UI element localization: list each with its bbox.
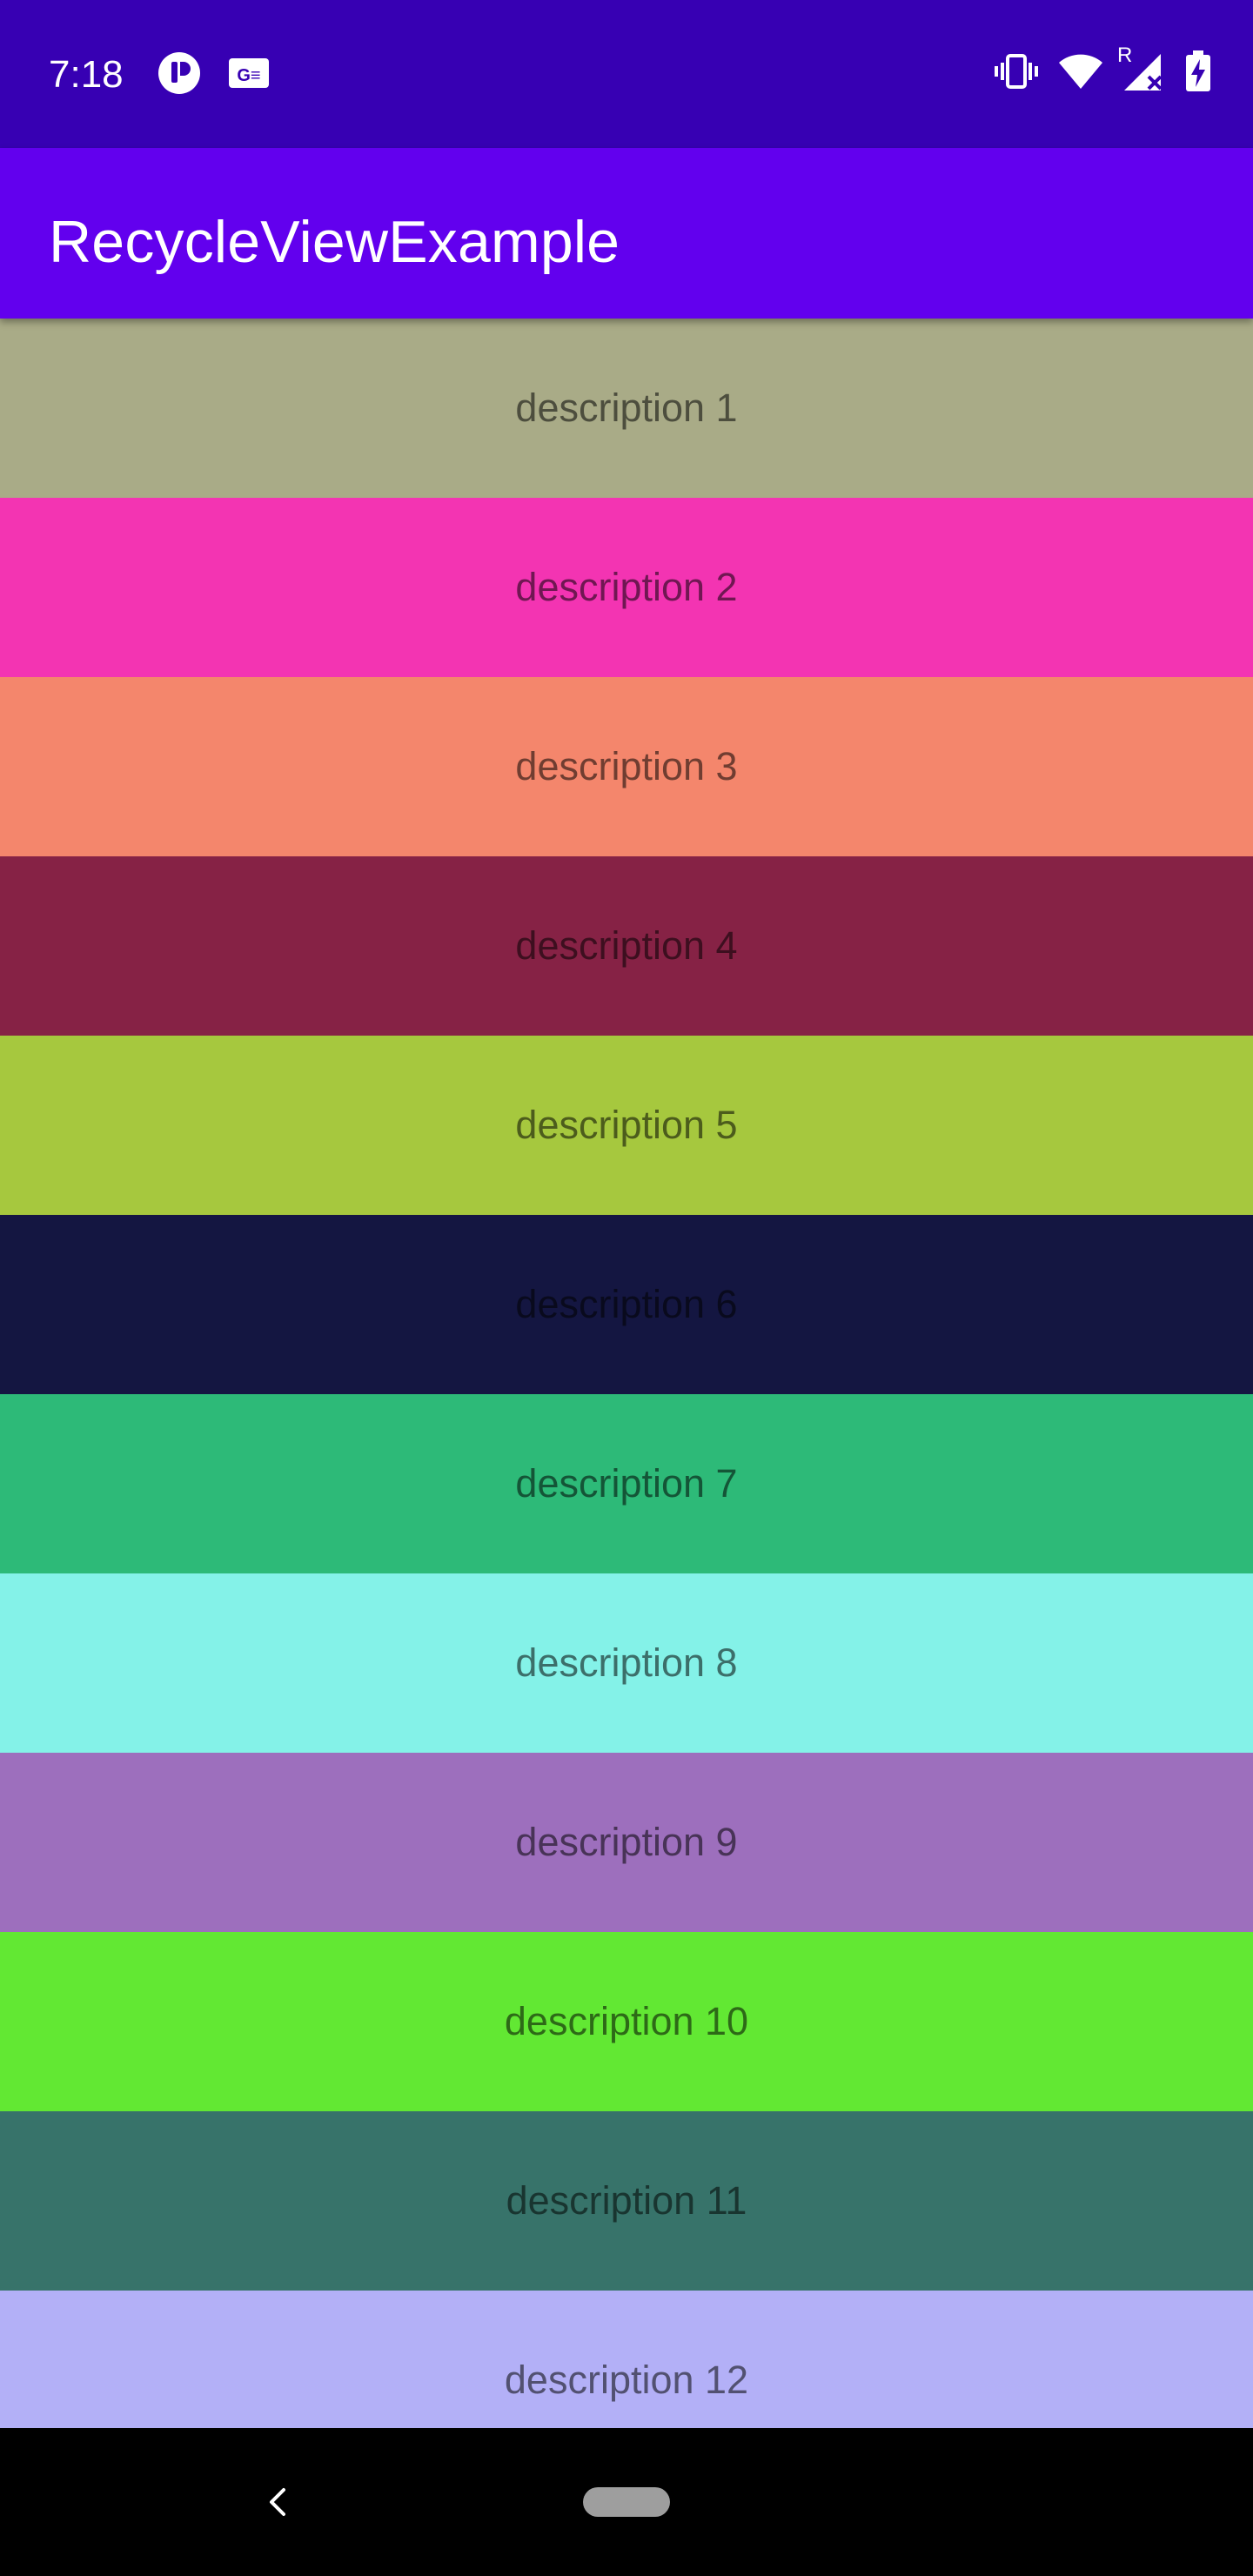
status-left-icons: G≡: [157, 50, 270, 96]
list-item-label: description 1: [515, 386, 738, 430]
home-pill-icon[interactable]: [583, 2487, 670, 2517]
app-title: RecycleViewExample: [49, 209, 620, 275]
navigation-bar: [0, 2428, 1253, 2576]
app-notification-icon: [157, 50, 202, 96]
list-item-label: description 4: [515, 923, 738, 968]
status-time: 7:18: [49, 53, 124, 96]
list-item-label: description 2: [515, 565, 738, 609]
list-item[interactable]: description 6: [0, 1215, 1253, 1394]
list-item-label: description 8: [515, 1640, 738, 1685]
list-item-label: description 6: [515, 1282, 738, 1326]
list-item[interactable]: description 2: [0, 498, 1253, 677]
list-item-label: description 9: [515, 1820, 738, 1864]
list-item-label: description 5: [515, 1103, 738, 1147]
news-notification-icon: G≡: [228, 56, 270, 91]
list-item[interactable]: description 3: [0, 677, 1253, 856]
list-item[interactable]: description 9: [0, 1753, 1253, 1932]
list-item-label: description 7: [515, 1461, 738, 1506]
wifi-icon: [1058, 52, 1103, 91]
list-item[interactable]: description 11: [0, 2111, 1253, 2291]
list-item[interactable]: description 7: [0, 1394, 1253, 1573]
list-item-label: description 10: [504, 1999, 749, 2043]
list-item[interactable]: description 8: [0, 1573, 1253, 1753]
status-bar: 7:18 G≡ R: [0, 0, 1253, 148]
list-item[interactable]: description 1: [0, 319, 1253, 498]
signal-roaming-icon: R: [1117, 44, 1166, 92]
list-item[interactable]: description 10: [0, 1932, 1253, 2111]
status-right-icons: R: [994, 44, 1211, 92]
roaming-label: R: [1117, 44, 1133, 67]
list-item[interactable]: description 12: [0, 2291, 1253, 2428]
battery-charging-icon: [1185, 50, 1211, 92]
svg-text:G≡: G≡: [237, 66, 260, 85]
vibrate-icon: [994, 52, 1039, 91]
list-item-label: description 11: [506, 2178, 747, 2223]
app-bar: RecycleViewExample: [0, 148, 1253, 319]
list-item[interactable]: description 5: [0, 1036, 1253, 1215]
list-item-label: description 3: [515, 744, 738, 788]
back-icon[interactable]: [252, 2476, 305, 2528]
list-item[interactable]: description 4: [0, 856, 1253, 1036]
list-item-label: description 12: [504, 2358, 749, 2402]
recycler-list[interactable]: description 1 description 2 description 3 d…: [0, 319, 1253, 2428]
